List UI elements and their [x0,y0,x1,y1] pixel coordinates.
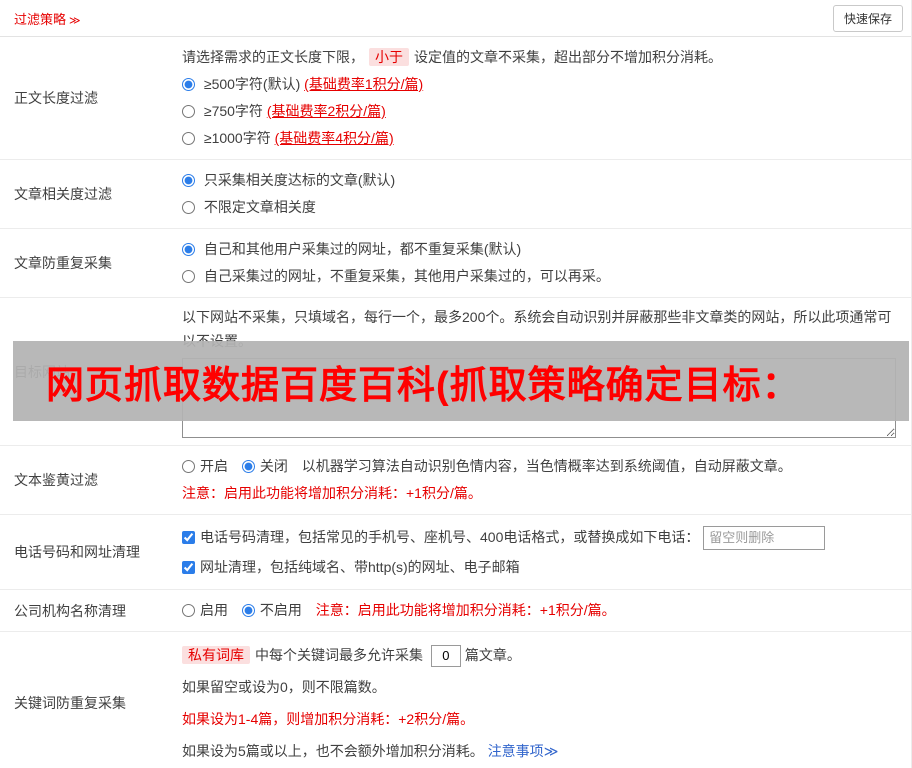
keyword-note-five: 如果设为5篇或以上，也不会额外增加积分消耗。 [182,743,484,759]
private-lexicon-badge[interactable]: 私有词库 [182,646,250,664]
radio-option-500[interactable]: ≥500字符(默认) (基础费率1积分/篇) [182,71,901,98]
keyword-line1-text: 中每个关键词最多允许采集 [255,647,423,663]
intro-text-before: 请选择需求的正文长度下限， [182,49,364,65]
keyword-note-fee: 如果设为1-4篇，则增加积分消耗：+2积分/篇。 [182,711,475,727]
row-content: 只采集相关度达标的文章(默认) 不限定文章相关度 [168,160,911,228]
row-content: 启用 不启用 注意：启用此功能将增加积分消耗：+1积分/篇。 [168,590,911,631]
radio-option-dedup-self[interactable]: 自己采集过的网址，不重复采集，其他用户采集过的，可以再采。 [182,263,901,290]
porn-filter-desc: 以机器学习算法自动识别色情内容，当色情概率达到系统阈值，自动屏蔽文章。 [301,458,792,474]
option-text: 不限定文章相关度 [203,199,316,215]
option-text: 关闭 [259,458,288,474]
row-porn-filter: 文本鉴黄过滤 开启 关闭 以机器学习算法自动识别色情内容，当色情概率达到系统阈值… [0,446,911,515]
radio-option-porn-on[interactable]: 开启 [182,458,232,474]
row-content: 开启 关闭 以机器学习算法自动识别色情内容，当色情概率达到系统阈值，自动屏蔽文章… [168,446,911,514]
row-label: 文章防重复采集 [14,255,112,271]
checkbox-phone-clean[interactable] [182,531,195,544]
radio-length-500[interactable] [182,78,195,91]
row-phone-url-cleanup: 电话号码和网址清理 电话号码清理，包括常见的手机号、座机号、400电话格式，或替… [0,515,911,590]
radio-option-company-off[interactable]: 不启用 [241,602,306,618]
option-text: 不启用 [259,602,302,618]
option-text: 只采集相关度达标的文章(默认) [203,172,396,188]
radio-dedup-self[interactable] [182,270,195,283]
row-content: 请选择需求的正文长度下限， 小于 设定值的文章不采集，超出部分不增加积分消耗。 ≥5… [168,37,911,159]
fee-note: (基础费率4积分/篇) [274,130,394,146]
radio-option-1000[interactable]: ≥1000字符 (基础费率4积分/篇) [182,125,901,152]
keyword-note-zero: 如果留空或设为0，则不限篇数。 [182,679,386,695]
option-text: 开启 [200,458,228,474]
option-text: 自己采集过的网址，不重复采集，其他用户采集过的，可以再采。 [203,268,610,284]
radio-option-company-on[interactable]: 启用 [182,602,232,618]
phone-replacement-input[interactable] [703,525,826,550]
row-label: 电话号码和网址清理 [14,544,140,560]
keyword-line1-end: 篇文章。 [464,647,521,663]
chevron-double-down-icon: ≫ [543,743,559,759]
row-label: 公司机构名称清理 [14,602,126,619]
fee-note: (基础费率1积分/篇) [304,76,424,92]
radio-length-750[interactable] [182,105,195,118]
row-body-length-filter: 正文长度过滤 请选择需求的正文长度下限， 小于 设定值的文章不采集，超出部分不增加积… [0,37,911,160]
row-content: 私有词库中每个关键词最多允许采集 篇文章。 如果留空或设为0，则不限篇数。 如果… [168,632,911,768]
watermark-overlay: 网页抓取数据百度百科(抓取策略确定目标： [13,341,909,421]
row-dedup-collection: 文章防重复采集 自己和其他用户采集过的网址，都不重复采集(默认) 自己采集过的网… [0,229,911,298]
keyword-limit-input[interactable] [430,644,461,667]
intro-text-after: 设定值的文章不采集，超出部分不增加积分消耗。 [414,49,722,65]
row-relevance-filter: 文章相关度过滤 只采集相关度达标的文章(默认) 不限定文章相关度 [0,160,911,229]
row-content: 自己和其他用户采集过的网址，都不重复采集(默认) 自己采集过的网址，不重复采集，… [168,229,911,297]
notice-link-text: 注意事项 [487,743,544,759]
radio-porn-on[interactable] [182,460,195,473]
radio-option-dedup-global[interactable]: 自己和其他用户采集过的网址，都不重复采集(默认) [182,236,901,263]
row-label: 正文长度过滤 [14,90,98,106]
radio-option-relevance-any[interactable]: 不限定文章相关度 [182,194,901,221]
radio-porn-off[interactable] [241,460,255,473]
radio-option-750[interactable]: ≥750字符 (基础费率2积分/篇) [182,98,901,125]
row-label: 关键词防重复采集 [14,695,126,711]
less-than-badge: 小于 [369,48,409,66]
fee-note: (基础费率2积分/篇) [266,103,386,119]
chevron-double-down-icon: ≫ [69,14,81,27]
row-label: 文本鉴黄过滤 [14,472,98,488]
radio-company-on[interactable] [182,604,195,617]
row-keyword-dedup: 关键词防重复采集 私有词库中每个关键词最多允许采集 篇文章。 如果留空或设为0，… [0,632,911,768]
radio-relevance-strict[interactable] [182,174,195,187]
radio-relevance-any[interactable] [182,201,195,214]
option-text: ≥750字符 [203,103,263,119]
option-text: 启用 [200,602,228,618]
row-label: 文章相关度过滤 [14,186,112,202]
row-content: 电话号码清理，包括常见的手机号、座机号、400电话格式，或替换成如下电话： 网址… [168,515,911,589]
option-text: 网址清理，包括纯域名、带http(s)的网址、电子邮箱 [200,559,520,575]
row-company-cleanup: 公司机构名称清理 启用 不启用 注意：启用此功能将增加积分消耗：+1积分/篇。 [0,590,911,632]
option-text: 电话号码清理，包括常见的手机号、座机号、400电话格式，或替换成如下电话： [200,529,700,545]
checkbox-option-phone-clean[interactable]: 电话号码清理，包括常见的手机号、座机号、400电话格式，或替换成如下电话： [182,529,703,545]
checkbox-option-url-clean[interactable]: 网址清理，包括纯域名、带http(s)的网址、电子邮箱 [182,559,520,575]
option-text: ≥500字符(默认) [203,76,301,92]
radio-option-porn-off[interactable]: 关闭 [241,458,292,474]
quick-save-button[interactable]: 快速保存 [832,4,903,32]
radio-company-off[interactable] [241,604,255,617]
filter-strategy-page: 过滤策略 ≫ 快速保存 正文长度过滤 请选择需求的正文长度下限， 小于 设定值的文章不… [0,0,912,768]
topbar: 过滤策略 ≫ 快速保存 [0,0,911,37]
radio-length-1000[interactable] [182,132,195,145]
option-text: 自己和其他用户采集过的网址，都不重复采集(默认) [203,241,522,257]
watermark-text: 网页抓取数据百度百科(抓取策略确定目标： [46,364,801,407]
radio-dedup-global[interactable] [182,243,195,256]
radio-option-relevance-strict[interactable]: 只采集相关度达标的文章(默认) [182,167,901,194]
option-text: ≥1000字符 [203,130,271,146]
page-title[interactable]: 过滤策略 ≫ [14,9,81,28]
page-title-text: 过滤策略 [14,11,67,27]
notice-link[interactable]: 注意事项≫ [488,743,559,759]
checkbox-url-clean[interactable] [182,561,195,574]
body-length-intro: 请选择需求的正文长度下限， 小于 设定值的文章不采集，超出部分不增加积分消耗。 [182,44,901,71]
company-cleanup-note: 注意：启用此功能将增加积分消耗：+1积分/篇。 [315,602,616,618]
porn-filter-note: 注意：启用此功能将增加积分消耗：+1积分/篇。 [182,485,482,501]
